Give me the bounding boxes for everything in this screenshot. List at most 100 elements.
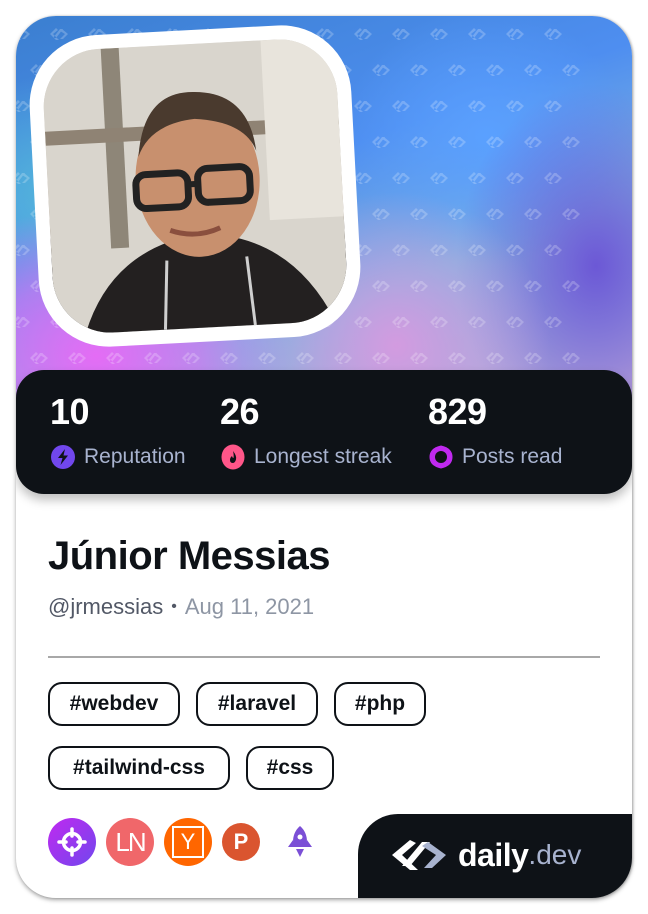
separator: • <box>171 598 177 615</box>
hacker-news-icon: Y <box>172 826 204 858</box>
pattern-logo-mark <box>16 28 30 40</box>
pattern-logo-mark <box>392 100 410 112</box>
source-laravel-news[interactable]: LN <box>106 818 154 866</box>
daily-dev-brand: daily .dev <box>358 814 632 898</box>
pattern-logo-mark <box>544 100 562 112</box>
pattern-logo-mark <box>486 64 504 76</box>
pattern-logo-mark <box>372 352 390 364</box>
pattern-logo-mark <box>372 64 390 76</box>
pattern-logo-mark <box>524 280 542 292</box>
daily-dev-logo: daily .dev <box>388 836 581 874</box>
profile-name: Júnior Messias <box>48 534 331 578</box>
dev-card: 10 Reputation 26 Longest streak 829 Post… <box>16 16 632 898</box>
source-hacker-news[interactable]: Y <box>164 818 212 866</box>
pattern-logo-mark <box>448 352 466 364</box>
pattern-logo-mark <box>106 352 124 364</box>
pattern-logo-mark <box>524 208 542 220</box>
pattern-logo-mark <box>334 352 352 364</box>
pattern-logo-mark <box>392 28 410 40</box>
stat-label: Longest streak <box>254 445 392 468</box>
brand-daily: daily <box>458 836 529 873</box>
pattern-logo-mark <box>562 208 580 220</box>
pattern-logo-mark <box>486 208 504 220</box>
pattern-logo-mark <box>296 352 314 364</box>
pattern-logo-mark <box>524 352 542 364</box>
pattern-logo-mark <box>354 316 372 328</box>
eye-ring-icon <box>429 445 453 469</box>
pattern-logo-mark <box>430 100 448 112</box>
pattern-logo-mark <box>354 100 372 112</box>
pattern-logo-mark <box>468 316 486 328</box>
pattern-logo-mark <box>544 172 562 184</box>
pattern-logo-mark <box>430 316 448 328</box>
pattern-logo-mark <box>562 64 580 76</box>
brand-dev: .dev <box>528 839 582 870</box>
pattern-logo-mark <box>544 316 562 328</box>
pattern-logo-mark <box>562 352 580 364</box>
pattern-logo-mark <box>410 64 428 76</box>
tag-chip[interactable]: #webdev <box>48 682 180 726</box>
daily-dev-logo-icon <box>392 840 446 870</box>
flame-icon <box>221 444 245 470</box>
stat-posts-read: 829 Posts read <box>428 392 562 470</box>
rocket-icon <box>288 826 312 857</box>
stats-bar: 10 Reputation 26 Longest streak 829 Post… <box>16 370 632 494</box>
pattern-logo-mark <box>562 136 580 148</box>
pattern-logo-mark <box>16 100 30 112</box>
pattern-logo-mark <box>430 172 448 184</box>
pattern-logo-mark <box>258 352 276 364</box>
pattern-logo-mark <box>68 352 86 364</box>
pattern-logo-mark <box>506 244 524 256</box>
product-hunt-icon: P <box>233 829 249 854</box>
pattern-logo-mark <box>544 244 562 256</box>
tag-chip[interactable]: #php <box>334 682 426 726</box>
divider <box>48 656 600 658</box>
pattern-logo-mark <box>486 136 504 148</box>
pattern-logo-mark <box>486 352 504 364</box>
pattern-logo-mark <box>524 64 542 76</box>
pattern-logo-mark <box>410 208 428 220</box>
stat-value: 829 <box>428 391 487 432</box>
pattern-logo-mark <box>524 136 542 148</box>
laravel-news-icon: LN <box>115 826 146 857</box>
tag-chip[interactable]: #css <box>246 746 334 790</box>
stat-longest-streak: 26 Longest streak <box>220 392 392 470</box>
source-rocket[interactable] <box>276 818 324 866</box>
avatar <box>40 36 350 336</box>
avatar-frame <box>26 21 364 351</box>
tag-chip[interactable]: #tailwind-css <box>48 746 230 790</box>
pattern-logo-mark <box>16 172 30 184</box>
pattern-logo-mark <box>354 172 372 184</box>
pattern-logo-mark <box>182 352 200 364</box>
joined-date: Aug 11, 2021 <box>184 594 315 619</box>
pattern-logo-mark <box>506 100 524 112</box>
pattern-logo-mark <box>372 136 390 148</box>
tag-chip[interactable]: #laravel <box>196 682 318 726</box>
pattern-logo-mark <box>430 28 448 40</box>
pattern-logo-mark <box>392 244 410 256</box>
stat-reputation: 10 Reputation <box>50 392 186 470</box>
pattern-logo-mark <box>486 280 504 292</box>
pattern-logo-mark <box>448 280 466 292</box>
stat-value: 26 <box>220 391 260 432</box>
pattern-logo-mark <box>430 244 448 256</box>
source-product-hunt[interactable]: P <box>222 823 260 861</box>
pattern-logo-mark <box>144 352 162 364</box>
pattern-logo-mark <box>468 172 486 184</box>
pattern-logo-mark <box>562 280 580 292</box>
username: @jrmessias <box>48 594 164 619</box>
pattern-logo-mark <box>16 316 30 328</box>
lightning-icon <box>51 445 75 469</box>
stat-label: Posts read <box>462 445 563 468</box>
pattern-logo-mark <box>354 28 372 40</box>
pattern-logo-mark <box>372 208 390 220</box>
pattern-logo-mark <box>506 28 524 40</box>
profile-meta: @jrmessias • Aug 11, 2021 <box>48 594 314 620</box>
pattern-logo-mark <box>506 172 524 184</box>
crosshair-icon <box>57 827 87 857</box>
pattern-logo-mark <box>16 244 30 256</box>
pattern-logo-mark <box>468 100 486 112</box>
cover-background <box>16 16 632 416</box>
source-target[interactable] <box>48 818 96 866</box>
pattern-logo-mark <box>220 352 238 364</box>
